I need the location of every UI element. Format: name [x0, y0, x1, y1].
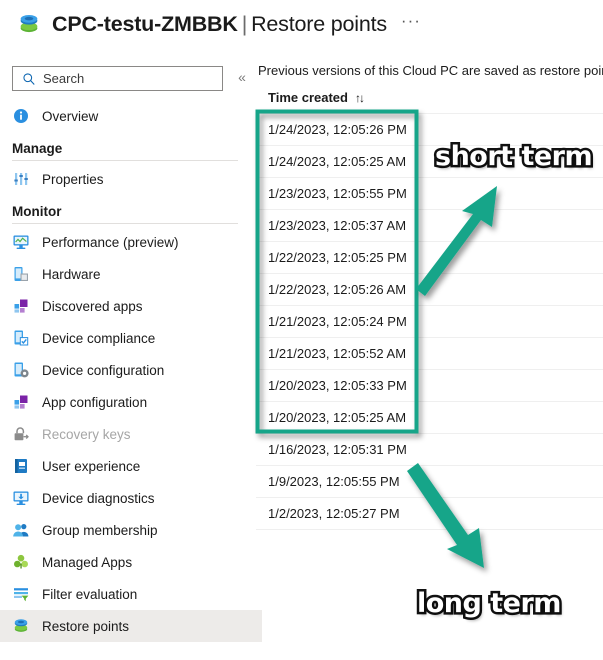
cell-time-created: 1/16/2023, 12:05:31 PM: [268, 442, 407, 457]
sidebar-item-device-configuration[interactable]: Device configuration: [0, 354, 262, 386]
sidebar-item-group-membership[interactable]: Group membership: [0, 514, 262, 546]
info-icon: [14, 109, 28, 123]
table-row[interactable]: 1/23/2023, 12:05:55 PM: [256, 178, 603, 210]
book-icon: [15, 459, 27, 473]
sidebar-item-label: Hardware: [42, 266, 101, 282]
device-check-icon: [14, 330, 29, 346]
sidebar-divider: [12, 160, 238, 161]
page-title: CPC-testu-ZMBBK | Restore points: [52, 12, 387, 37]
sidebar-item-label: Group membership: [42, 522, 158, 538]
people-icon: [13, 524, 29, 537]
table-row[interactable]: 1/20/2023, 12:05:33 PM: [256, 370, 603, 402]
table-row[interactable]: 1/22/2023, 12:05:26 AM: [256, 274, 603, 306]
sidebar-item-user-experience[interactable]: User experience: [0, 450, 262, 482]
sidebar-item-restore-points[interactable]: Restore points: [0, 610, 262, 642]
sidebar-nav-list: Overview Manage Properties Monitor Perfo…: [0, 100, 262, 642]
sliders-icon: [14, 173, 28, 185]
page-header: CPC-testu-ZMBBK | Restore points ···: [0, 0, 603, 48]
cell-time-created: 1/24/2023, 12:05:26 PM: [268, 122, 407, 137]
sidebar-item-recovery-keys[interactable]: Recovery keys: [0, 418, 262, 450]
sidebar-item-device-diagnostics[interactable]: Device diagnostics: [0, 482, 262, 514]
table-column-header-time-created[interactable]: Time created ↑↓: [256, 78, 603, 105]
sidebar-item-label: Discovered apps: [42, 298, 143, 314]
short-term-annotation-label: short term: [432, 139, 595, 175]
sidebar-item-label: User experience: [42, 458, 141, 474]
resource-name: CPC-testu-ZMBBK: [52, 11, 238, 36]
main-content: Previous versions of this Cloud PC are s…: [256, 48, 603, 660]
cell-time-created: 1/20/2023, 12:05:25 AM: [268, 410, 407, 425]
sidebar-item-label: Performance (preview): [42, 234, 179, 250]
table-row[interactable]: 1/21/2023, 12:05:52 AM: [256, 338, 603, 370]
table-row[interactable]: 1/2/2023, 12:05:27 PM: [256, 498, 603, 530]
sidebar-item-properties[interactable]: Properties: [0, 163, 262, 195]
monitor-chart-icon: [13, 235, 29, 249]
filter-list-icon: [14, 588, 29, 602]
search-icon: [23, 72, 35, 85]
sidebar-item-overview[interactable]: Overview: [0, 100, 262, 132]
sidebar-item-label: Recovery keys: [42, 426, 131, 442]
restore-points-icon: [20, 14, 38, 33]
table-row[interactable]: 1/20/2023, 12:05:25 AM: [256, 402, 603, 434]
apps-grid-icon: [14, 395, 28, 409]
device-gear-icon: [14, 362, 29, 378]
search-input[interactable]: [43, 71, 203, 86]
collapse-sidebar-button[interactable]: «: [234, 69, 250, 85]
page-name: Restore points: [251, 11, 387, 36]
monitor-download-icon: [13, 491, 29, 505]
clover-icon: [14, 554, 28, 569]
sidebar-group-monitor: Monitor: [12, 204, 62, 219]
sidebar-item-label: App configuration: [42, 394, 148, 410]
cell-time-created: 1/22/2023, 12:05:26 AM: [268, 282, 407, 297]
long-term-annotation-label: long term: [415, 586, 564, 622]
cell-time-created: 1/21/2023, 12:05:52 AM: [268, 346, 407, 361]
cell-time-created: 1/21/2023, 12:05:24 PM: [268, 314, 407, 329]
sidebar-item-label: Device diagnostics: [42, 490, 155, 506]
sidebar-item-filter-evaluation[interactable]: Filter evaluation: [0, 578, 262, 610]
apps-grid-icon: [14, 299, 28, 313]
hardware-icon: [14, 267, 28, 281]
sidebar-item-label: Device compliance: [42, 330, 156, 346]
sidebar-item-label: Managed Apps: [42, 554, 133, 570]
search-box[interactable]: [12, 66, 223, 91]
sidebar-item-label: Filter evaluation: [42, 586, 138, 602]
sidebar-group-manage: Manage: [12, 141, 63, 156]
cell-time-created: 1/22/2023, 12:05:25 PM: [268, 250, 407, 265]
sidebar-item-device-compliance[interactable]: Device compliance: [0, 322, 262, 354]
sidebar-divider: [12, 223, 238, 224]
cell-time-created: 1/9/2023, 12:05:55 PM: [268, 474, 400, 489]
cell-time-created: 1/2/2023, 12:05:27 PM: [268, 506, 400, 521]
table-row[interactable]: 1/23/2023, 12:05:37 AM: [256, 210, 603, 242]
sort-arrows-icon[interactable]: ↑↓: [355, 91, 365, 105]
table-row[interactable]: 1/21/2023, 12:05:24 PM: [256, 306, 603, 338]
sidebar-item-label: Overview: [42, 108, 99, 124]
column-header-label: Time created: [268, 90, 348, 105]
cell-time-created: 1/23/2023, 12:05:55 PM: [268, 186, 407, 201]
title-separator: |: [241, 11, 248, 36]
sidebar-item-label: Properties: [42, 171, 104, 187]
sidebar-item-managed-apps[interactable]: Managed Apps: [0, 546, 262, 578]
more-menu-button[interactable]: ···: [401, 11, 421, 31]
restore-points-table: 1/24/2023, 12:05:26 PM 1/24/2023, 12:05:…: [256, 113, 603, 530]
restore-points-description: Previous versions of this Cloud PC are s…: [258, 63, 603, 78]
sidebar-item-performance[interactable]: Performance (preview): [0, 226, 262, 258]
table-row[interactable]: 1/16/2023, 12:05:31 PM: [256, 434, 603, 466]
cell-time-created: 1/23/2023, 12:05:37 AM: [268, 218, 407, 233]
lock-key-icon: [14, 427, 29, 441]
sidebar-item-hardware[interactable]: Hardware: [0, 258, 262, 290]
restore-points-icon: [14, 619, 28, 632]
sidebar-item-label: Restore points: [42, 618, 130, 634]
sidebar-item-discovered-apps[interactable]: Discovered apps: [0, 290, 262, 322]
table-row[interactable]: 1/9/2023, 12:05:55 PM: [256, 466, 603, 498]
table-row[interactable]: 1/22/2023, 12:05:25 PM: [256, 242, 603, 274]
cell-time-created: 1/24/2023, 12:05:25 AM: [268, 154, 407, 169]
sidebar: « Overview Manage Properties: [0, 48, 262, 660]
cell-time-created: 1/20/2023, 12:05:33 PM: [268, 378, 407, 393]
sidebar-item-app-configuration[interactable]: App configuration: [0, 386, 262, 418]
sidebar-item-label: Device configuration: [42, 362, 165, 378]
